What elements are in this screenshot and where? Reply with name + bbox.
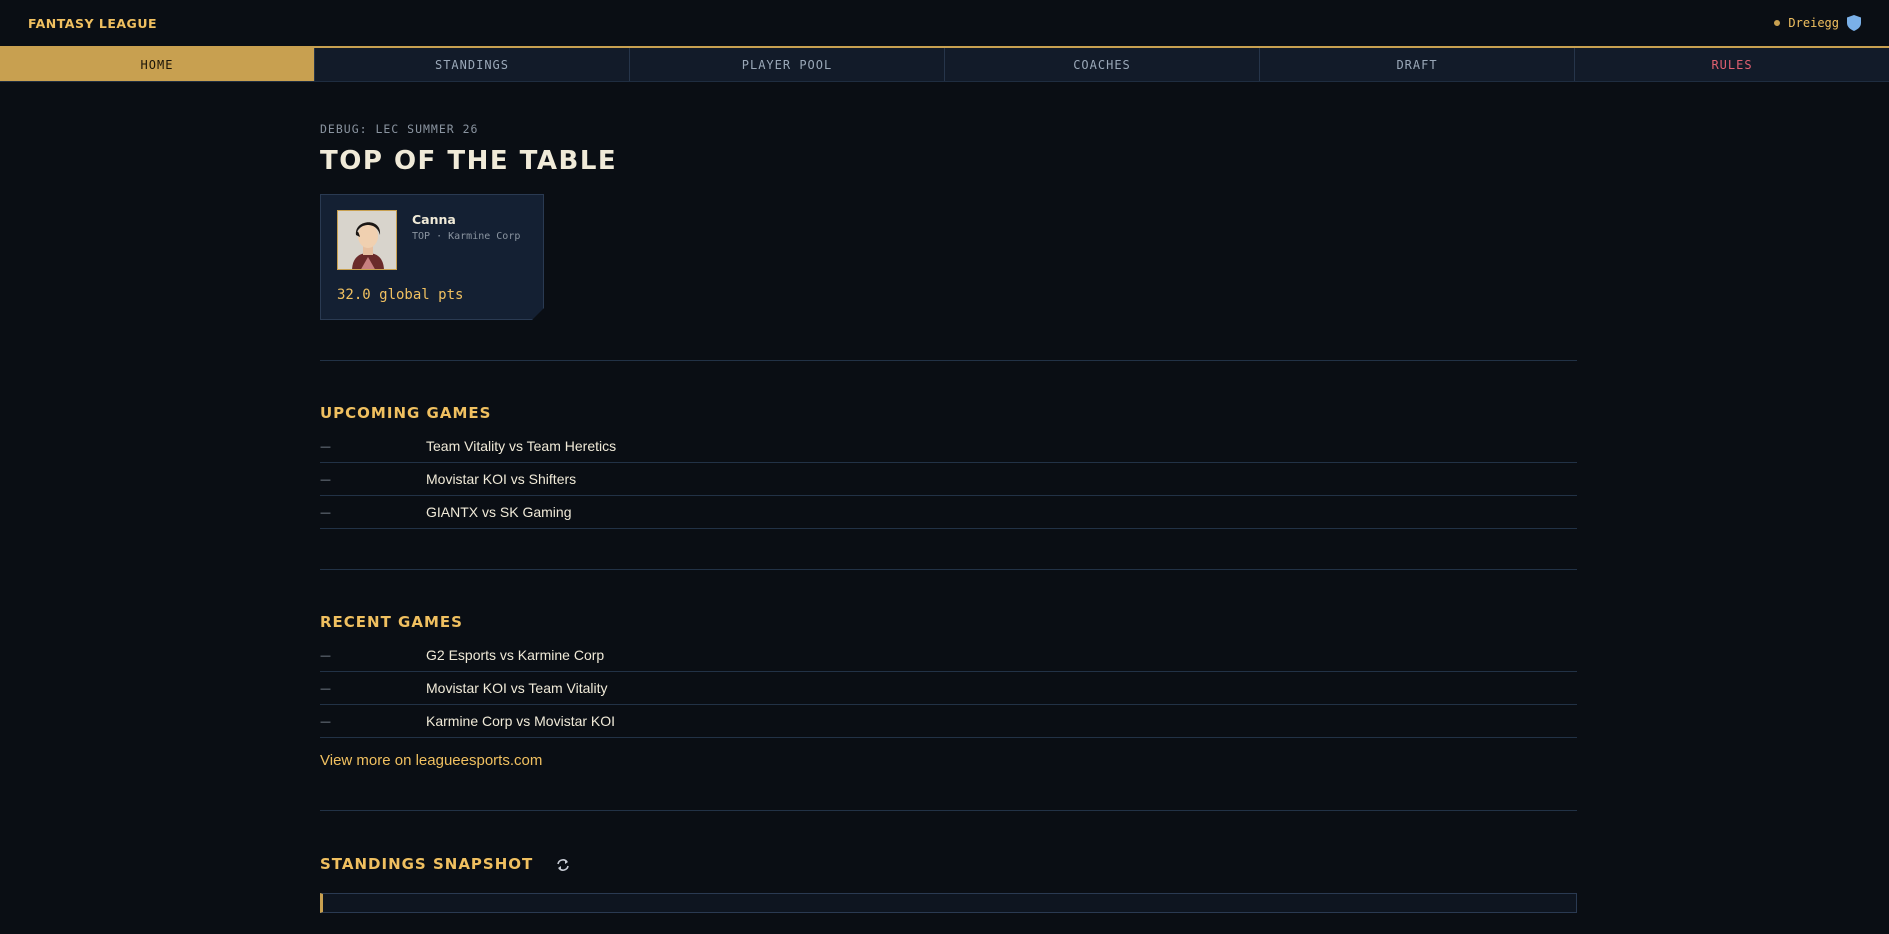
- nav-home[interactable]: HOME: [0, 48, 314, 81]
- game-time: —: [320, 505, 331, 519]
- game-time: —: [320, 648, 331, 662]
- game-row[interactable]: — Movistar KOI vs Shifters: [320, 463, 1577, 496]
- recent-games-list: — G2 Esports vs Karmine Corp — Movistar …: [320, 639, 1577, 738]
- online-dot-icon: [1774, 20, 1781, 26]
- nav-rules[interactable]: RULES: [1574, 48, 1889, 81]
- player-points: 32.0 global pts: [337, 287, 464, 303]
- game-match: G2 Esports vs Karmine Corp: [426, 647, 605, 663]
- standings-snapshot-title: STANDINGS SNAPSHOT: [320, 855, 1577, 873]
- username[interactable]: Dreiegg: [1788, 16, 1839, 30]
- debug-label: DEBUG: LEC SUMMER 26: [320, 122, 479, 136]
- top-player-card[interactable]: Canna TOP · Karmine Corp 32.0 global pts: [320, 194, 544, 320]
- section-divider: [320, 810, 1577, 811]
- player-meta: TOP · Karmine Corp: [412, 231, 521, 242]
- section-divider: [320, 360, 1577, 361]
- game-row[interactable]: — GIANTX vs SK Gaming: [320, 496, 1577, 529]
- game-row[interactable]: — Movistar KOI vs Team Vitality: [320, 672, 1577, 705]
- game-time: —: [320, 472, 331, 486]
- game-time: —: [320, 681, 331, 695]
- game-time: —: [320, 439, 331, 453]
- nav-player-pool[interactable]: PLAYER POOL: [629, 48, 944, 81]
- game-match: Movistar KOI vs Team Vitality: [426, 680, 608, 696]
- nav-coaches[interactable]: COACHES: [944, 48, 1259, 81]
- refresh-icon[interactable]: [556, 858, 570, 872]
- game-row[interactable]: — Karmine Corp vs Movistar KOI: [320, 705, 1577, 738]
- game-match: Karmine Corp vs Movistar KOI: [426, 713, 616, 729]
- recent-games-title: RECENT GAMES: [320, 613, 463, 631]
- player-avatar: [337, 210, 397, 270]
- brand-logo[interactable]: FANTASY LEAGUE: [28, 16, 157, 31]
- nav-draft[interactable]: DRAFT: [1259, 48, 1574, 81]
- upcoming-games-list: — Team Vitality vs Team Heretics — Movis…: [320, 430, 1577, 529]
- game-match: GIANTX vs SK Gaming: [426, 504, 572, 520]
- view-more-link[interactable]: View more on leagueesports.com: [320, 752, 1577, 769]
- main-content: DEBUG: LEC SUMMER 26 TOP OF THE TABLE Ca…: [320, 122, 1577, 913]
- standings-title-text: STANDINGS SNAPSHOT: [320, 855, 534, 873]
- section-divider: [320, 569, 1577, 570]
- game-match: Movistar KOI vs Shifters: [426, 471, 577, 487]
- game-time: —: [320, 714, 331, 728]
- page-title: TOP OF THE TABLE: [320, 146, 618, 176]
- nav-standings[interactable]: STANDINGS: [314, 48, 629, 81]
- game-row[interactable]: — Team Vitality vs Team Heretics: [320, 430, 1577, 463]
- user-menu[interactable]: Dreiegg: [1774, 15, 1861, 31]
- game-row[interactable]: — G2 Esports vs Karmine Corp: [320, 639, 1577, 672]
- top-bar: FANTASY LEAGUE Dreiegg: [0, 0, 1889, 48]
- player-name[interactable]: Canna: [412, 212, 456, 227]
- shield-icon[interactable]: [1847, 15, 1861, 31]
- main-nav: HOME STANDINGS PLAYER POOL COACHES DRAFT…: [0, 48, 1889, 82]
- game-match: Team Vitality vs Team Heretics: [426, 438, 617, 454]
- standings-table: [320, 893, 1577, 913]
- player-portrait-icon: [338, 211, 397, 270]
- upcoming-games-title: UPCOMING GAMES: [320, 404, 492, 422]
